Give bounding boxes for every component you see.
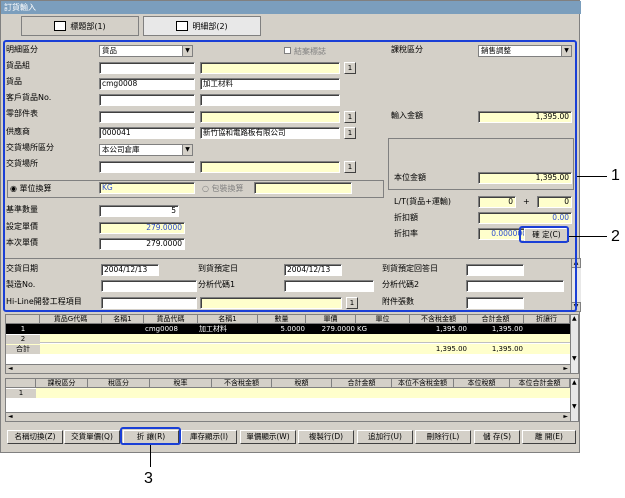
grid-header[interactable]: 數量 (258, 315, 306, 324)
toggle-name-button[interactable]: 名稱切換(Z) (7, 430, 63, 444)
scroll-down-icon[interactable]: ▼ (572, 403, 577, 410)
grid-header[interactable]: 名稱1 (198, 315, 258, 324)
grid-header[interactable]: 名稱1 (102, 315, 144, 324)
grid-vscrollbar[interactable]: ▲ ▼ (570, 379, 578, 421)
tab-header-label: 標題部(1) (70, 21, 106, 31)
price-display-button[interactable]: 單價顯示(W) (240, 430, 296, 444)
grid-corner (6, 315, 40, 324)
row-number: 2 (6, 335, 40, 344)
grid-header[interactable]: 課稅區分 (36, 379, 88, 388)
row-number: 1 (6, 389, 36, 398)
grid-cell[interactable]: 1,395.00 (468, 325, 524, 334)
detail-grid[interactable]: 貨品G代碼 名稱1 貨品代碼 名稱1 數量 單價 單位 不含稅金額 合計金額 折… (5, 314, 579, 374)
horizontal-scrollbar[interactable]: ◄ ► (6, 412, 570, 421)
grid-header[interactable]: 稅額 (272, 379, 332, 388)
table-row[interactable] (40, 334, 570, 343)
copy-row-button[interactable]: 複製行(D) (298, 430, 354, 444)
table-row[interactable] (36, 388, 570, 398)
total-ex-tax: 1,395.00 (435, 345, 467, 353)
exit-button[interactable]: 離 開(E) (522, 430, 576, 444)
tab-detail-label: 明細部(2) (192, 21, 228, 31)
grid-corner (6, 379, 36, 388)
grid-cell[interactable]: 5.0000 (258, 325, 306, 334)
callout-line-1 (577, 176, 607, 177)
scroll-up-icon[interactable]: ▲ (572, 315, 577, 322)
grid-header[interactable]: 本位不含稅金額 (392, 379, 454, 388)
callout-frame-2 (519, 226, 569, 243)
total-amount: 1,395.00 (491, 345, 523, 353)
stock-display-button[interactable]: 庫存顯示(I) (181, 430, 237, 444)
grid-cell[interactable]: 279.0000 (306, 325, 356, 334)
callout-frame-1 (3, 40, 577, 312)
scroll-right-icon[interactable]: ► (563, 413, 568, 420)
grid-header[interactable]: 不含稅金額 (212, 379, 272, 388)
grid-header[interactable]: 合計金額 (468, 315, 524, 324)
grid-header[interactable]: 本位稅額 (454, 379, 510, 388)
grid-header[interactable]: 合計金額 (332, 379, 392, 388)
callout-line-3 (150, 445, 151, 467)
scroll-right-icon[interactable]: ► (563, 365, 568, 372)
callout-label-3: 3 (144, 470, 153, 487)
scroll-up-icon[interactable]: ▲ (572, 379, 577, 386)
delete-row-button[interactable]: 刪除行(L) (415, 430, 471, 444)
scroll-left-icon[interactable]: ◄ (8, 413, 13, 420)
callout-frame-3 (120, 427, 181, 445)
add-row-button[interactable]: 追加行(U) (357, 430, 413, 444)
grid-header[interactable]: 不含稅金額 (410, 315, 468, 324)
grid-header[interactable]: 貨品代碼 (144, 315, 198, 324)
callout-label-1: 1 (611, 167, 620, 184)
grid-header[interactable]: 單位 (356, 315, 410, 324)
grid-cell[interactable]: 1,395.00 (410, 325, 468, 334)
callout-line-2 (569, 236, 607, 237)
tax-grid[interactable]: 課稅區分 稅區分 稅率 不含稅金額 稅額 合計金額 本位不含稅金額 本位稅額 本… (5, 378, 579, 422)
tab-header[interactable]: 標題部(1) (21, 16, 139, 36)
save-button[interactable]: 儲 存(S) (474, 430, 520, 444)
total-label: 合計 (6, 345, 40, 354)
grid-cell[interactable]: KG (356, 325, 410, 334)
grid-cell[interactable]: 加工材料 (198, 325, 258, 334)
tab-detail[interactable]: 明細部(2) (143, 16, 261, 36)
row-number: 1 (20, 325, 26, 333)
grid-header[interactable]: 單價 (306, 315, 356, 324)
callout-label-2: 2 (611, 228, 620, 245)
grid-header[interactable]: 折讓行 (524, 315, 570, 324)
delivery-price-button[interactable]: 交貨單價(Q) (64, 430, 120, 444)
grid-header[interactable]: 本位合計金額 (510, 379, 570, 388)
horizontal-scrollbar[interactable]: ◄ ► (6, 364, 570, 373)
grid-vscrollbar[interactable]: ▲ ▼ (570, 315, 578, 373)
scroll-down-icon[interactable]: ▼ (572, 355, 577, 362)
scroll-left-icon[interactable]: ◄ (8, 365, 13, 372)
book-icon (54, 21, 67, 31)
grid-header[interactable]: 稅區分 (88, 379, 150, 388)
grid-header[interactable]: 稅率 (150, 379, 212, 388)
grid-cell[interactable]: cmg0008 (144, 325, 198, 334)
window-title: 訂貨輸入 (1, 1, 581, 14)
grid-header[interactable]: 貨品G代碼 (40, 315, 102, 324)
document-icon (176, 21, 189, 31)
